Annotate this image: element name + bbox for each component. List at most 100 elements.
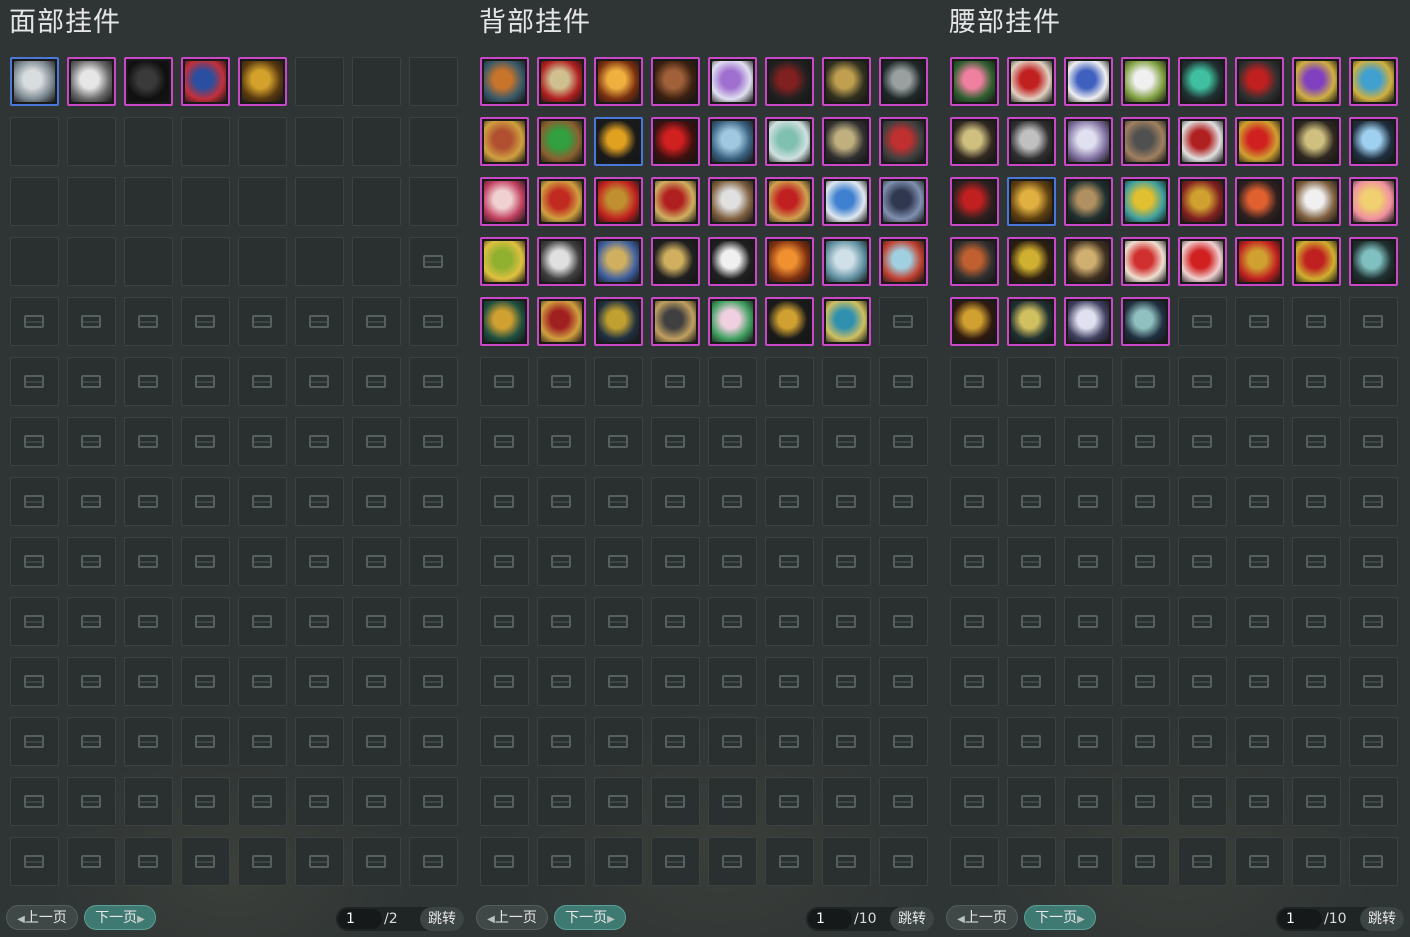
- locked-slot[interactable]: [1007, 657, 1056, 706]
- locked-slot[interactable]: [537, 357, 586, 406]
- locked-slot[interactable]: [708, 837, 757, 886]
- locked-slot[interactable]: [409, 417, 458, 466]
- locked-slot[interactable]: [879, 537, 928, 586]
- pendant-slot[interactable]: [1121, 237, 1170, 286]
- pendant-slot[interactable]: [1292, 177, 1341, 226]
- locked-slot[interactable]: [238, 477, 287, 526]
- locked-slot[interactable]: [409, 237, 458, 286]
- locked-slot[interactable]: [1349, 357, 1398, 406]
- empty-slot[interactable]: [409, 177, 458, 226]
- pendant-slot[interactable]: [765, 117, 814, 166]
- empty-slot[interactable]: [238, 117, 287, 166]
- locked-slot[interactable]: [1064, 717, 1113, 766]
- locked-slot[interactable]: [765, 717, 814, 766]
- locked-slot[interactable]: [1178, 357, 1227, 406]
- locked-slot[interactable]: [238, 297, 287, 346]
- locked-slot[interactable]: [765, 537, 814, 586]
- pendant-slot[interactable]: [879, 57, 928, 106]
- locked-slot[interactable]: [409, 297, 458, 346]
- locked-slot[interactable]: [480, 417, 529, 466]
- locked-slot[interactable]: [1121, 477, 1170, 526]
- locked-slot[interactable]: [765, 597, 814, 646]
- locked-slot[interactable]: [181, 477, 230, 526]
- pendant-slot[interactable]: [1064, 177, 1113, 226]
- pendant-slot[interactable]: [1007, 177, 1056, 226]
- page-number-input[interactable]: [338, 909, 382, 929]
- pendant-slot[interactable]: [708, 117, 757, 166]
- locked-slot[interactable]: [295, 657, 344, 706]
- locked-slot[interactable]: [822, 417, 871, 466]
- pendant-slot[interactable]: [594, 237, 643, 286]
- locked-slot[interactable]: [1178, 837, 1227, 886]
- empty-slot[interactable]: [295, 237, 344, 286]
- pendant-slot[interactable]: [480, 177, 529, 226]
- pendant-slot[interactable]: [1292, 57, 1341, 106]
- locked-slot[interactable]: [480, 837, 529, 886]
- locked-slot[interactable]: [879, 297, 928, 346]
- locked-slot[interactable]: [238, 837, 287, 886]
- locked-slot[interactable]: [1007, 417, 1056, 466]
- pendant-slot[interactable]: [1178, 237, 1227, 286]
- empty-slot[interactable]: [409, 57, 458, 106]
- locked-slot[interactable]: [480, 537, 529, 586]
- locked-slot[interactable]: [1121, 357, 1170, 406]
- locked-slot[interactable]: [67, 597, 116, 646]
- locked-slot[interactable]: [950, 417, 999, 466]
- locked-slot[interactable]: [1178, 717, 1227, 766]
- locked-slot[interactable]: [1292, 777, 1341, 826]
- pendant-slot[interactable]: [1235, 237, 1284, 286]
- pendant-slot[interactable]: [1349, 177, 1398, 226]
- locked-slot[interactable]: [480, 597, 529, 646]
- pendant-slot[interactable]: [480, 57, 529, 106]
- locked-slot[interactable]: [537, 537, 586, 586]
- locked-slot[interactable]: [1349, 777, 1398, 826]
- locked-slot[interactable]: [409, 837, 458, 886]
- locked-slot[interactable]: [1007, 597, 1056, 646]
- locked-slot[interactable]: [67, 717, 116, 766]
- locked-slot[interactable]: [1007, 477, 1056, 526]
- locked-slot[interactable]: [352, 657, 401, 706]
- locked-slot[interactable]: [1178, 597, 1227, 646]
- pendant-slot[interactable]: [1235, 117, 1284, 166]
- locked-slot[interactable]: [594, 357, 643, 406]
- pendant-slot[interactable]: [950, 57, 999, 106]
- locked-slot[interactable]: [950, 537, 999, 586]
- locked-slot[interactable]: [708, 477, 757, 526]
- locked-slot[interactable]: [1121, 657, 1170, 706]
- pendant-slot[interactable]: [1007, 237, 1056, 286]
- locked-slot[interactable]: [950, 477, 999, 526]
- pendant-slot[interactable]: [1349, 117, 1398, 166]
- pendant-slot[interactable]: [879, 237, 928, 286]
- pendant-slot[interactable]: [1064, 117, 1113, 166]
- pendant-slot[interactable]: [480, 297, 529, 346]
- pendant-slot[interactable]: [1121, 297, 1170, 346]
- locked-slot[interactable]: [480, 717, 529, 766]
- locked-slot[interactable]: [651, 537, 700, 586]
- pendant-slot[interactable]: [822, 237, 871, 286]
- locked-slot[interactable]: [765, 357, 814, 406]
- pendant-slot[interactable]: [537, 297, 586, 346]
- locked-slot[interactable]: [822, 537, 871, 586]
- page-number-input[interactable]: [808, 909, 852, 929]
- next-page-button[interactable]: 下一页▶: [554, 905, 626, 930]
- locked-slot[interactable]: [879, 417, 928, 466]
- locked-slot[interactable]: [651, 717, 700, 766]
- locked-slot[interactable]: [181, 537, 230, 586]
- locked-slot[interactable]: [1007, 837, 1056, 886]
- locked-slot[interactable]: [352, 357, 401, 406]
- empty-slot[interactable]: [10, 237, 59, 286]
- locked-slot[interactable]: [537, 717, 586, 766]
- empty-slot[interactable]: [181, 237, 230, 286]
- locked-slot[interactable]: [1235, 657, 1284, 706]
- locked-slot[interactable]: [409, 537, 458, 586]
- pendant-slot[interactable]: [822, 297, 871, 346]
- locked-slot[interactable]: [238, 417, 287, 466]
- locked-slot[interactable]: [409, 477, 458, 526]
- locked-slot[interactable]: [1121, 417, 1170, 466]
- locked-slot[interactable]: [1178, 297, 1227, 346]
- locked-slot[interactable]: [1064, 477, 1113, 526]
- locked-slot[interactable]: [594, 837, 643, 886]
- locked-slot[interactable]: [352, 717, 401, 766]
- locked-slot[interactable]: [124, 537, 173, 586]
- empty-slot[interactable]: [124, 117, 173, 166]
